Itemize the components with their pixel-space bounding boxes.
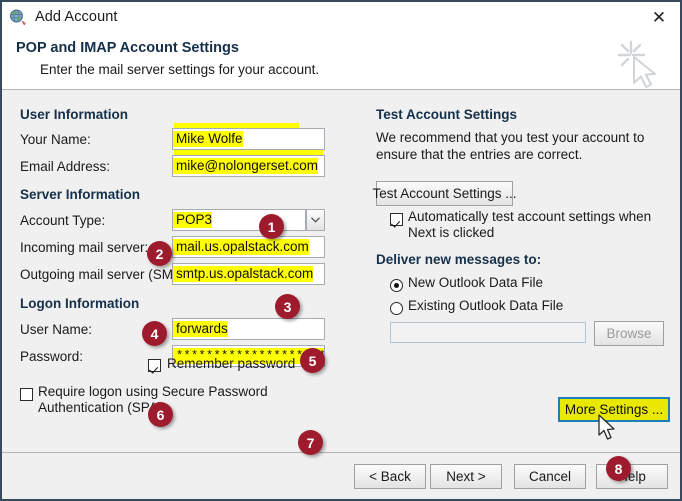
window-title: Add Account <box>35 9 118 25</box>
require-spa-label: Require logon using Secure Password Auth… <box>38 384 268 415</box>
your-name-label: Your Name: <box>20 132 91 147</box>
your-name-value: Mike Wolfe <box>173 131 243 147</box>
badge-7: 7 <box>298 430 323 455</box>
cursor-sparkle-icon <box>610 34 668 90</box>
user-name-value: forwards <box>173 321 228 337</box>
user-name-input[interactable]: forwards <box>172 318 325 340</box>
email-address-input[interactable]: mike@nolongerset.com <box>172 155 325 177</box>
email-address-value: mike@nolongerset.com <box>173 158 319 174</box>
mouse-cursor <box>598 414 618 442</box>
outgoing-server-input[interactable]: smtp.us.opalstack.com <box>172 263 325 285</box>
user-name-label: User Name: <box>20 322 93 337</box>
page-subtitle: Enter the mail server settings for your … <box>40 62 320 77</box>
require-spa-checkbox[interactable] <box>20 388 33 401</box>
test-account-description: We recommend that you test your account … <box>376 130 645 162</box>
remember-password-checkbox[interactable] <box>148 359 161 372</box>
badge-1: 1 <box>259 214 284 239</box>
badge-5: 5 <box>300 348 325 373</box>
badge-4: 4 <box>142 321 167 346</box>
back-button[interactable]: < Back <box>354 464 426 489</box>
panel-divider <box>358 101 359 441</box>
outgoing-server-value: smtp.us.opalstack.com <box>173 266 314 282</box>
globe-icon <box>9 8 27 26</box>
cancel-button[interactable]: Cancel <box>514 464 586 489</box>
incoming-server-input[interactable]: mail.us.opalstack.com <box>172 236 325 258</box>
badge-3: 3 <box>275 294 300 319</box>
section-logon-information: Logon Information <box>20 296 140 311</box>
your-name-input[interactable]: Mike Wolfe <box>172 128 325 150</box>
test-account-settings-heading: Test Account Settings <box>376 107 518 122</box>
close-icon[interactable]: ✕ <box>648 6 670 28</box>
account-type-value: POP3 <box>173 212 213 228</box>
data-file-path-input[interactable] <box>390 322 586 343</box>
remember-password-label: Remember password <box>167 356 296 371</box>
radio-existing-outlook-data-file-label: Existing Outlook Data File <box>408 298 564 313</box>
radio-new-outlook-data-file[interactable] <box>390 279 403 292</box>
auto-test-label: Automatically test account settings when… <box>408 209 652 240</box>
email-address-label: Email Address: <box>20 159 111 174</box>
account-type-label: Account Type: <box>20 213 106 228</box>
badge-8: 8 <box>606 456 631 481</box>
browse-button[interactable]: Browse <box>594 321 664 346</box>
add-account-dialog: Add Account ✕ POP and IMAP Account Setti… <box>0 0 682 501</box>
badge-6: 6 <box>148 402 173 427</box>
incoming-server-value: mail.us.opalstack.com <box>173 239 309 255</box>
password-label: Password: <box>20 349 84 364</box>
chevron-down-icon[interactable] <box>306 209 325 231</box>
test-account-settings-button[interactable]: Test Account Settings ... <box>372 181 517 206</box>
badge-2: 2 <box>147 241 172 266</box>
page-title: POP and IMAP Account Settings <box>16 40 239 56</box>
dialog-footer: < Back Next > Cancel Help <box>2 452 680 499</box>
incoming-server-label: Incoming mail server: <box>20 240 149 255</box>
dialog-body: User Information Your Name: Mike Wolfe 1… <box>2 91 680 481</box>
next-button[interactable]: Next > <box>430 464 502 489</box>
auto-test-checkbox[interactable] <box>390 213 403 226</box>
account-type-select[interactable]: POP3 <box>172 209 306 231</box>
section-server-information: Server Information <box>20 187 141 202</box>
dialog-header: POP and IMAP Account Settings Enter the … <box>2 32 680 90</box>
radio-existing-outlook-data-file[interactable] <box>390 302 403 315</box>
title-bar: Add Account ✕ <box>2 2 680 32</box>
radio-new-outlook-data-file-label: New Outlook Data File <box>408 275 544 290</box>
deliver-messages-heading: Deliver new messages to: <box>376 252 542 267</box>
section-user-information: User Information <box>20 107 129 122</box>
